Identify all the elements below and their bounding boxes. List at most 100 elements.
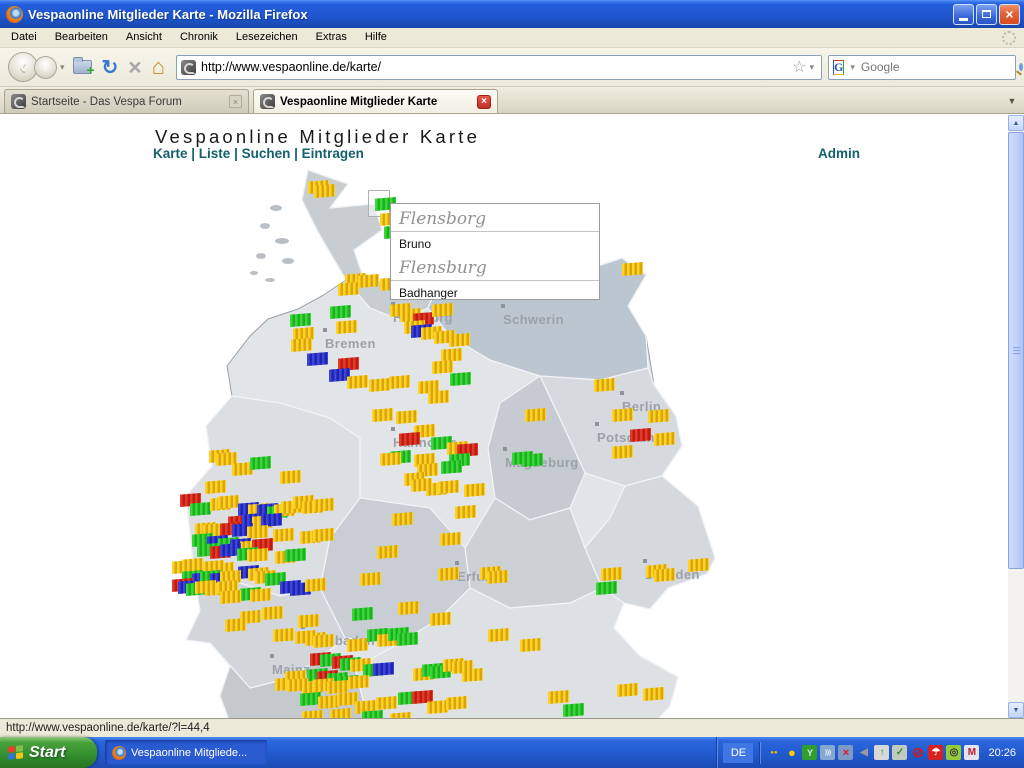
member-flag[interactable] (428, 390, 449, 404)
member-flag[interactable] (398, 601, 419, 615)
member-flag[interactable] (330, 305, 351, 319)
forward-button[interactable]: › (34, 56, 57, 79)
member-flag[interactable] (488, 628, 509, 642)
search-input[interactable] (861, 60, 1016, 74)
vertical-scrollbar[interactable]: ▲ ▼ (1008, 115, 1024, 718)
icq-flower-icon[interactable]: ● (784, 745, 799, 760)
member-flag[interactable] (654, 568, 675, 582)
member-flag[interactable] (449, 333, 470, 347)
page-link-karte[interactable]: Karte (153, 146, 188, 161)
taskbar-window-button[interactable]: Vespaonline Mitgliede... (105, 740, 267, 765)
member-flag[interactable] (347, 638, 368, 652)
messenger-dots-icon[interactable]: ●● (766, 745, 781, 760)
tab-mitglieder-karte[interactable]: Vespaonline Mitglieder Karte × (253, 89, 498, 113)
menu-item-extras[interactable]: Extras (307, 28, 356, 47)
member-flag[interactable] (318, 695, 339, 709)
minimize-button[interactable] (953, 4, 974, 25)
member-flag[interactable] (205, 480, 226, 494)
member-flag[interactable] (280, 470, 301, 484)
member-flag[interactable] (446, 696, 467, 710)
popup-member-name[interactable]: Bruno (391, 232, 599, 255)
member-flag[interactable] (612, 445, 633, 459)
new-tab-button[interactable] (73, 60, 92, 74)
member-flag[interactable] (380, 452, 401, 466)
member-flag[interactable] (441, 348, 462, 362)
member-flag[interactable] (336, 320, 357, 334)
member-flag[interactable] (291, 338, 312, 352)
google-engine-icon[interactable]: G (833, 60, 844, 75)
member-flag[interactable] (300, 692, 321, 706)
restore-button[interactable] (976, 4, 997, 25)
member-flag[interactable] (596, 581, 617, 595)
member-flag[interactable] (305, 578, 326, 592)
tab-close-icon[interactable]: × (477, 95, 491, 109)
member-flag[interactable] (232, 462, 253, 476)
page-link-eintragen[interactable]: Eintragen (302, 146, 364, 161)
member-flag[interactable] (376, 696, 397, 710)
member-flag[interactable] (273, 528, 294, 542)
member-flag[interactable] (630, 428, 651, 442)
member-flag[interactable] (397, 632, 418, 646)
member-flag[interactable] (307, 352, 328, 366)
menu-item-hilfe[interactable]: Hilfe (356, 28, 396, 47)
router-icon[interactable]: Y (802, 745, 817, 760)
member-flag[interactable] (377, 545, 398, 559)
member-flag[interactable] (250, 588, 271, 602)
member-flag[interactable] (360, 572, 381, 586)
page-link-liste[interactable]: Liste (199, 146, 231, 161)
member-flag[interactable] (601, 567, 622, 581)
member-flag[interactable] (190, 502, 211, 516)
member-flag[interactable] (298, 614, 319, 628)
member-flag[interactable] (462, 668, 483, 682)
member-flag[interactable] (338, 282, 359, 296)
member-flag[interactable] (441, 460, 462, 474)
member-flag[interactable] (273, 628, 294, 642)
avira-umbrella-icon[interactable]: ☂ (928, 745, 943, 760)
scrollbar-thumb[interactable] (1008, 132, 1024, 569)
member-flag[interactable] (327, 680, 348, 694)
member-flag[interactable] (330, 708, 351, 718)
member-flag[interactable] (348, 675, 369, 689)
member-flag[interactable] (612, 408, 633, 422)
search-engine-dropdown-icon[interactable]: ▾ (847, 62, 858, 73)
member-flag[interactable] (440, 532, 461, 546)
search-bar[interactable]: G ▾ (828, 55, 1016, 80)
menu-item-ansicht[interactable]: Ansicht (117, 28, 171, 47)
member-flag[interactable] (337, 692, 358, 706)
urlbar-dropdown-icon[interactable]: ▾ (806, 62, 817, 73)
member-flag[interactable] (261, 513, 282, 527)
member-flag[interactable] (247, 525, 268, 539)
network-error-icon[interactable]: × (838, 745, 853, 760)
member-flag[interactable] (399, 432, 420, 446)
member-flag[interactable] (617, 683, 638, 697)
page-link-admin[interactable]: Admin (818, 146, 860, 161)
member-flag[interactable] (464, 483, 485, 497)
history-dropdown-icon[interactable]: ▾ (57, 62, 68, 73)
member-flag[interactable] (427, 700, 448, 714)
member-flag[interactable] (563, 703, 584, 717)
menu-item-datei[interactable]: Datei (2, 28, 46, 47)
member-flag[interactable] (372, 408, 393, 422)
wireless-monitor-icon[interactable]: ))) (820, 745, 835, 760)
member-flag[interactable] (522, 453, 543, 467)
menu-item-bearbeiten[interactable]: Bearbeiten (46, 28, 117, 47)
page-link-suchen[interactable]: Suchen (242, 146, 291, 161)
member-flag[interactable] (313, 498, 334, 512)
member-flag[interactable] (373, 662, 394, 676)
stop-button[interactable]: × (128, 56, 141, 79)
tab-startseite[interactable]: Startseite - Das Vespa Forum × (4, 89, 249, 113)
member-flag[interactable] (622, 262, 643, 276)
member-flag[interactable] (654, 432, 675, 446)
member-flag[interactable] (220, 590, 241, 604)
member-flag[interactable] (548, 690, 569, 704)
member-flag[interactable] (432, 303, 453, 317)
menu-item-chronik[interactable]: Chronik (171, 28, 227, 47)
language-indicator[interactable]: DE (723, 743, 753, 763)
popup-member-name[interactable]: Badhanger (391, 281, 599, 300)
member-flag[interactable] (648, 409, 669, 423)
scroll-up-icon[interactable]: ▲ (1008, 115, 1024, 131)
member-flag[interactable] (487, 570, 508, 584)
reload-button[interactable]: ↻ (102, 55, 119, 80)
start-button[interactable]: Start (0, 737, 97, 768)
update-shield-icon[interactable]: ✓ (892, 745, 907, 760)
